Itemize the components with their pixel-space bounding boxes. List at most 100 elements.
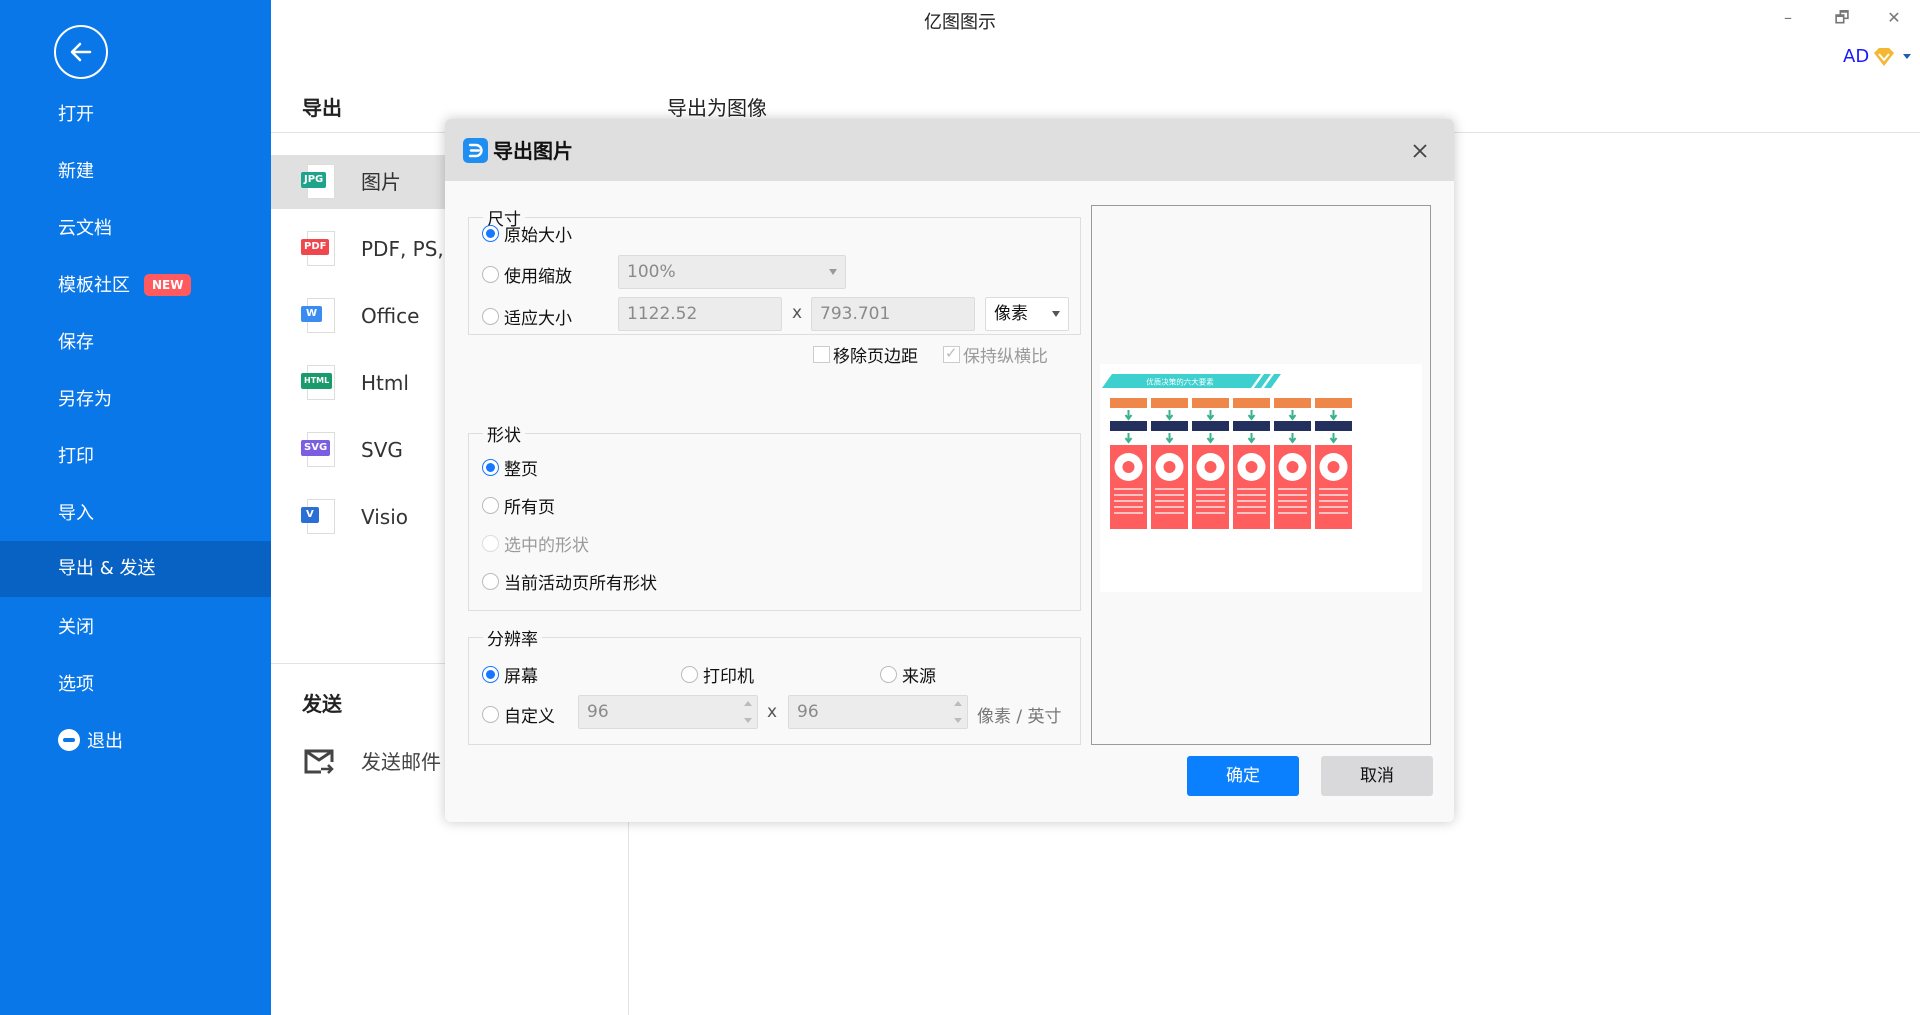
chevron-down-icon bbox=[1052, 311, 1060, 317]
user-account-menu[interactable]: AD bbox=[1843, 46, 1912, 67]
radio-active-page-shapes[interactable]: 当前活动页所有形状 bbox=[482, 569, 657, 594]
export-heading: 导出 bbox=[302, 96, 342, 120]
format-label: PDF, PS, bbox=[361, 237, 444, 261]
checkbox[interactable] bbox=[813, 346, 830, 363]
zoom-select[interactable]: 100% bbox=[618, 255, 846, 289]
radio-label: 适应大小 bbox=[504, 309, 572, 329]
radio-screen[interactable]: 屏幕 bbox=[482, 662, 538, 687]
whatsapp-icon bbox=[1286, 461, 1299, 473]
radio-button[interactable] bbox=[482, 573, 499, 590]
preview-arrow bbox=[1124, 433, 1133, 444]
app-title: 亿图图示 bbox=[924, 12, 996, 33]
sidebar-item-template-community[interactable]: 模板社区 NEW bbox=[0, 258, 271, 314]
radio-whole-page[interactable]: 整页 bbox=[482, 455, 538, 480]
sidebar-item-options[interactable]: 选项 bbox=[0, 657, 271, 713]
back-arrow-icon bbox=[70, 42, 92, 62]
sidebar-item-export-send[interactable]: 导出 & 发送 bbox=[0, 541, 271, 597]
sidebar-item-label: 导出 & 发送 bbox=[58, 558, 156, 579]
sidebar-item-new[interactable]: 新建 bbox=[0, 144, 271, 200]
checkbox-label: 保持纵横比 bbox=[963, 347, 1048, 367]
dialog-title: 导出图片 bbox=[493, 139, 573, 163]
sidebar-item-label: 云文档 bbox=[58, 218, 112, 239]
preview-arrow bbox=[1165, 433, 1174, 444]
radio-button[interactable] bbox=[482, 308, 499, 325]
preview-desc-box bbox=[1110, 421, 1147, 431]
radio-all-pages[interactable]: 所有页 bbox=[482, 493, 555, 518]
preview-desc-box bbox=[1233, 421, 1270, 431]
dpi-x-spinbox[interactable]: 96 bbox=[578, 695, 758, 729]
radio-printer[interactable]: 打印机 bbox=[681, 662, 754, 687]
checkbox-label: 移除页边距 bbox=[833, 347, 918, 367]
preview-card-text-line bbox=[1114, 500, 1143, 502]
preview-card-text-line bbox=[1237, 488, 1266, 490]
preview-arrow bbox=[1329, 433, 1338, 444]
sidebar-item-close[interactable]: 关闭 bbox=[0, 600, 271, 656]
radio-button[interactable] bbox=[482, 266, 499, 283]
radio-button[interactable] bbox=[681, 666, 698, 683]
preview-card-text-line bbox=[1237, 512, 1266, 514]
preview-card-text-line bbox=[1114, 494, 1143, 496]
radio-fit-size[interactable]: 适应大小 bbox=[482, 304, 572, 329]
close-icon: ✕ bbox=[1887, 8, 1901, 27]
sidebar-item-label: 打开 bbox=[58, 104, 94, 125]
sidebar-item-exit[interactable]: 退出 bbox=[0, 714, 271, 770]
preview-desc-box bbox=[1151, 421, 1188, 431]
edraw-logo-icon bbox=[463, 138, 488, 163]
sidebar-item-print[interactable]: 打印 bbox=[0, 429, 271, 485]
preview-card-text-line bbox=[1196, 488, 1225, 490]
ok-button[interactable]: 确定 bbox=[1187, 756, 1299, 796]
times-label: x bbox=[767, 702, 778, 722]
sidebar-item-import[interactable]: 导入 bbox=[0, 486, 271, 542]
radio-source[interactable]: 来源 bbox=[880, 662, 936, 687]
preview-card-text-line bbox=[1319, 512, 1348, 514]
radio-use-zoom[interactable]: 使用缩放 bbox=[482, 262, 572, 287]
preview-step-box bbox=[1233, 398, 1270, 408]
dpi-y-spinbox[interactable]: 96 bbox=[788, 695, 968, 729]
preview-card-text-line bbox=[1319, 494, 1348, 496]
format-label: Html bbox=[361, 371, 409, 395]
globe-icon bbox=[1245, 461, 1258, 473]
preview-arrow bbox=[1206, 410, 1215, 421]
radio-selected-shapes: 选中的形状 bbox=[482, 531, 589, 556]
mail-send-icon bbox=[304, 749, 334, 774]
radio-button[interactable] bbox=[482, 225, 499, 242]
radio-label: 所有页 bbox=[504, 498, 555, 518]
preview-card-text-line bbox=[1114, 506, 1143, 508]
dialog-close-button[interactable] bbox=[1405, 136, 1435, 166]
user-icon bbox=[1327, 461, 1340, 473]
dialog-titlebar[interactable]: 导出图片 bbox=[445, 119, 1454, 181]
checkbox[interactable] bbox=[943, 344, 960, 363]
shape-group-legend: 形状 bbox=[487, 426, 521, 446]
radio-button[interactable] bbox=[482, 459, 499, 476]
user-initials: AD bbox=[1843, 46, 1870, 67]
radio-label: 打印机 bbox=[703, 667, 754, 687]
width-input[interactable]: 1122.52 bbox=[618, 297, 782, 331]
basket-icon bbox=[1122, 461, 1135, 473]
minimize-button[interactable]: – bbox=[1768, 4, 1808, 32]
radio-button[interactable] bbox=[482, 666, 499, 683]
radio-custom[interactable]: 自定义 bbox=[482, 702, 555, 727]
cancel-button[interactable]: 取消 bbox=[1321, 756, 1433, 796]
spin-arrows-icon[interactable] bbox=[744, 699, 752, 725]
umbrella-icon bbox=[1163, 461, 1176, 473]
radio-button[interactable] bbox=[482, 706, 499, 723]
close-window-button[interactable]: ✕ bbox=[1874, 4, 1914, 32]
radio-label: 使用缩放 bbox=[504, 267, 572, 287]
sidebar-item-save-as[interactable]: 另存为 bbox=[0, 372, 271, 428]
sidebar-item-cloud-docs[interactable]: 云文档 bbox=[0, 201, 271, 257]
keep-ratio-checkbox[interactable]: 保持纵横比 bbox=[943, 342, 1048, 367]
restore-button[interactable]: 🗗 bbox=[1822, 4, 1862, 32]
unit-select[interactable]: 像素 bbox=[985, 297, 1069, 331]
svg-file-icon: SVG bbox=[301, 432, 337, 468]
new-badge: NEW bbox=[144, 274, 192, 296]
remove-margin-checkbox[interactable]: 移除页边距 bbox=[813, 342, 918, 367]
radio-button[interactable] bbox=[880, 666, 897, 683]
sidebar-item-open[interactable]: 打开 bbox=[0, 87, 271, 143]
sidebar-item-save[interactable]: 保存 bbox=[0, 315, 271, 371]
height-input[interactable]: 793.701 bbox=[811, 297, 975, 331]
radio-original-size[interactable]: 原始大小 bbox=[482, 221, 572, 246]
spin-arrows-icon[interactable] bbox=[954, 699, 962, 725]
send-email-label: 发送邮件 bbox=[361, 750, 441, 774]
radio-button[interactable] bbox=[482, 497, 499, 514]
preview-infographic: 优质决策的六大要素 bbox=[1102, 374, 1352, 529]
